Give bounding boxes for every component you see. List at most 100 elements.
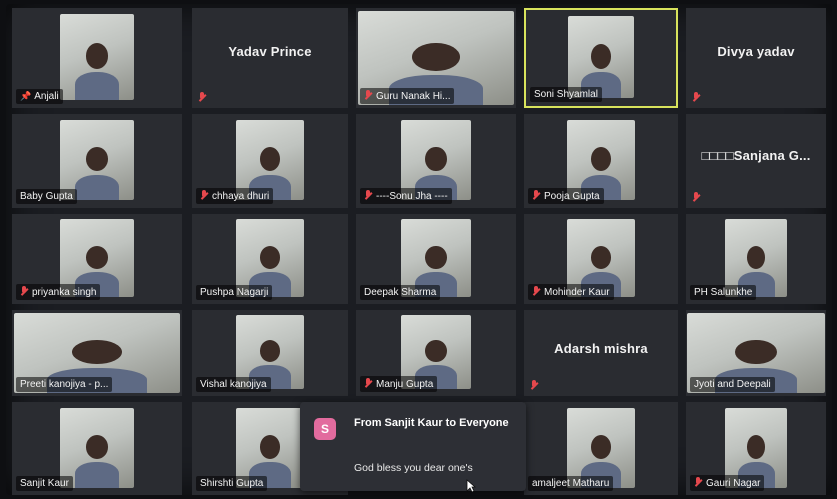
participant-name-tag: Pooja Gupta [528, 188, 604, 204]
person-head [85, 43, 109, 70]
participant-tile[interactable]: Guru Nanak Hi... [356, 8, 516, 108]
participant-name: Soni Shyamlal [534, 89, 598, 100]
person-head [259, 340, 281, 363]
person-head [259, 245, 281, 269]
person-head [85, 245, 109, 269]
participant-name: Divya yadav [717, 44, 795, 59]
participant-name-tag: PH Salunkhe [690, 285, 757, 300]
person-head [85, 147, 109, 172]
participant-name-tag: Jyoti and Deepali [690, 377, 775, 392]
participant-name: Manju Gupta [376, 379, 434, 390]
participant-name-tag: Pushpa Nagarji [196, 285, 273, 300]
mic-muted-icon [364, 190, 373, 200]
person-head [591, 43, 611, 69]
participant-video [59, 14, 135, 100]
participant-name-tag: Vishal kanojiya [196, 377, 271, 392]
person-head [590, 434, 612, 459]
participant-name: □□□□Sanjana G... [701, 147, 811, 163]
participant-tile[interactable]: 📌 Anjali [12, 8, 182, 108]
participant-name: Jyoti and Deepali [694, 379, 771, 390]
person-head [412, 42, 460, 72]
participant-tile[interactable]: Divya yadav [686, 8, 826, 108]
person-head [735, 340, 777, 365]
participant-name-tag: Preeti kanojiya - p... [16, 377, 113, 392]
participant-tile[interactable]: Pooja Gupta [524, 114, 678, 208]
participant-name-tag: ----Sonu Jha ---- [360, 188, 452, 204]
participant-tile[interactable]: Baby Gupta [12, 114, 182, 208]
chat-notification[interactable]: S From Sanjit Kaur to Everyone God bless… [300, 402, 526, 491]
chat-sender: From Sanjit Kaur to Everyone [354, 417, 509, 429]
participant-name: Sanjit Kaur [20, 478, 69, 489]
participant-tile[interactable]: Deepak Sharma [356, 214, 516, 304]
participant-name-tag: chhaya dhuri [196, 188, 274, 204]
mic-muted-icon [532, 286, 541, 296]
participant-video [568, 15, 634, 99]
participant-name-tag: Shirshti Gupta [196, 476, 268, 491]
participant-name: Baby Gupta [20, 191, 73, 202]
participant-name-tag: Guru Nanak Hi... [360, 88, 455, 104]
participant-name: Preeti kanojiya - p... [20, 379, 109, 390]
mic-muted-icon [20, 286, 29, 296]
participant-tile[interactable]: amaljeet Matharu [524, 402, 678, 495]
participant-name-tag: Sanjit Kaur [16, 476, 73, 491]
participant-tile[interactable]: Pushpa Nagarji [192, 214, 348, 304]
participant-name-tag: priyanka singh [16, 284, 101, 300]
person-head [72, 340, 122, 365]
participant-name-tag: Soni Shyamlal [530, 87, 602, 102]
mouse-cursor-icon [466, 479, 476, 493]
chat-message: God bless you dear one's [354, 462, 473, 474]
participant-name: Shirshti Gupta [200, 478, 264, 489]
person-head [85, 434, 109, 459]
participant-name: Mohinder Kaur [544, 287, 610, 298]
person-head [590, 245, 612, 269]
participant-name: amaljeet Matharu [532, 478, 610, 489]
participant-name: Adarsh mishra [554, 340, 648, 356]
person-head [259, 434, 281, 459]
participant-name: PH Salunkhe [694, 287, 753, 298]
pin-icon: 📌 [20, 91, 32, 101]
participant-tile[interactable]: Manju Gupta [356, 310, 516, 396]
participant-tile[interactable]: priyanka singh [12, 214, 182, 304]
participant-name: Gauri Nagar [706, 478, 761, 489]
person-head [425, 340, 447, 363]
participant-name: priyanka singh [32, 287, 97, 298]
participant-name: Vishal kanojiya [200, 379, 267, 390]
participant-tile[interactable]: Preeti kanojiya - p... [12, 310, 182, 396]
participant-name: Yadav Prince [228, 44, 312, 59]
mic-muted-icon [198, 92, 207, 102]
participant-tile[interactable]: Adarsh mishra [524, 310, 678, 396]
participant-name-tag: Gauri Nagar [690, 475, 765, 491]
participant-name: Deepak Sharma [364, 287, 437, 298]
mic-muted-icon [200, 190, 209, 200]
person-head [746, 434, 766, 459]
mic-muted-icon [692, 192, 701, 202]
participant-tile[interactable]: chhaya dhuri [192, 114, 348, 208]
participant-name-tag: Deepak Sharma [360, 285, 441, 300]
person-head [590, 147, 612, 172]
participant-tile[interactable]: Yadav Prince [192, 8, 348, 108]
mic-muted-icon [364, 90, 373, 100]
participant-name: ----Sonu Jha ---- [376, 191, 448, 202]
mic-muted-icon [692, 92, 701, 102]
participant-name-tag: Manju Gupta [360, 376, 438, 392]
mic-muted-icon [532, 190, 541, 200]
person-head [259, 147, 281, 172]
participant-name: Pooja Gupta [544, 191, 600, 202]
participant-name-tag: Mohinder Kaur [528, 284, 614, 300]
person-head [425, 147, 447, 172]
participant-name-tag: amaljeet Matharu [528, 476, 614, 491]
participant-tile[interactable]: □□□□Sanjana G... [686, 114, 826, 208]
participant-tile[interactable]: Mohinder Kaur [524, 214, 678, 304]
participant-tile[interactable]: Vishal kanojiya [192, 310, 348, 396]
mic-muted-icon [694, 477, 703, 487]
participant-tile[interactable]: Jyoti and Deepali [686, 310, 826, 396]
participant-tile[interactable]: ----Sonu Jha ---- [356, 114, 516, 208]
person-head [425, 245, 447, 269]
mic-muted-icon [364, 378, 373, 388]
participant-tile[interactable]: Sanjit Kaur [12, 402, 182, 495]
participant-tile[interactable]: PH Salunkhe [686, 214, 826, 304]
participant-tile[interactable]: Gauri Nagar [686, 402, 826, 495]
person-body [74, 174, 120, 201]
person-head [746, 245, 766, 269]
participant-tile[interactable]: Soni Shyamlal [524, 8, 678, 108]
